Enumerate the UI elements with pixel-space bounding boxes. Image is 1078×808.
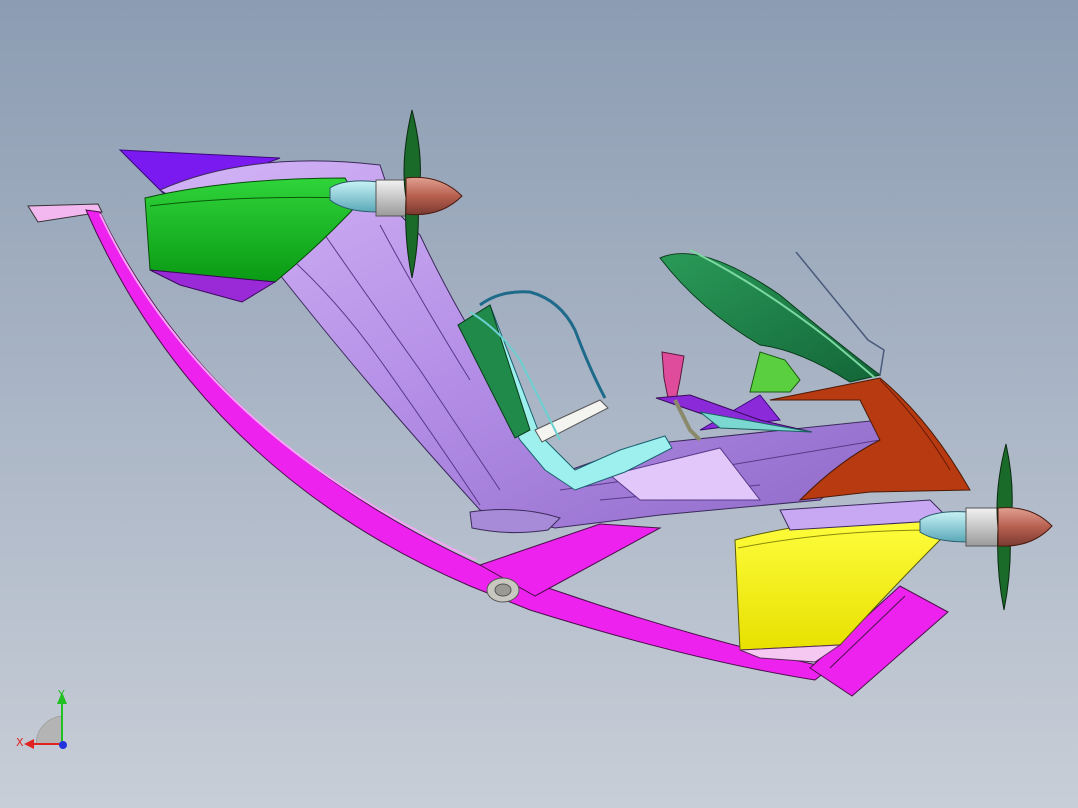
cad-3d-viewport[interactable]: Y X	[0, 0, 1078, 808]
x-axis-label: X	[16, 736, 24, 749]
x-axis-arrowhead	[24, 739, 34, 749]
orientation-triad: Y X	[16, 688, 67, 749]
z-axis-dot	[59, 741, 67, 749]
y-axis-label: Y	[57, 688, 65, 701]
triad-plane	[35, 715, 63, 745]
